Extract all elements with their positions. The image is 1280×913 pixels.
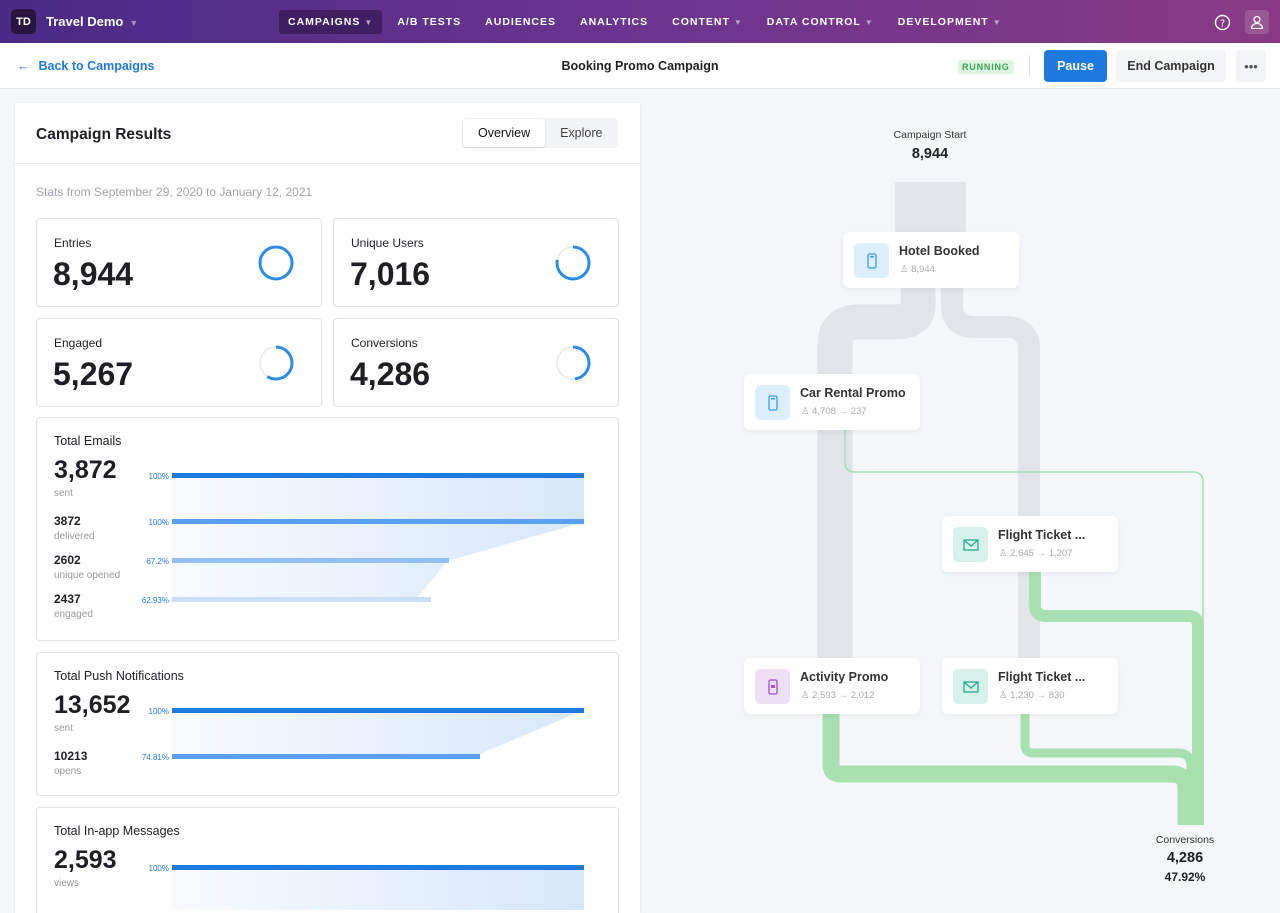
flow-node-flight-ticket-1[interactable]: Flight Ticket ... ♙ 2,645 → 1,207 xyxy=(942,516,1118,572)
flow-diagram xyxy=(817,182,1204,825)
user-icon: ♙ xyxy=(801,690,813,701)
flow-node-hotel-booked[interactable]: Hotel Booked ♙ 8,944 xyxy=(843,232,1019,288)
flow-start-label: Campaign Start xyxy=(893,129,967,141)
user-icon: ♙ xyxy=(999,690,1011,701)
flow-end-value: 4,286 xyxy=(1166,850,1204,866)
flow-node-flight-ticket-2[interactable]: Flight Ticket ... ♙ 1,230 → 830 xyxy=(942,658,1118,714)
user-icon: ♙ xyxy=(900,264,912,275)
flow-node-activity-promo[interactable]: Activity Promo ♙ 2,593 → 2,012 xyxy=(744,658,920,714)
user-icon: ♙ xyxy=(801,406,813,417)
flow-start-value: 8,944 xyxy=(911,146,949,162)
flow-end-label: Conversions xyxy=(1155,834,1215,846)
flow-end-percent: 47.92% xyxy=(1164,870,1206,884)
email-icon xyxy=(953,527,988,562)
inapp-message-icon xyxy=(755,669,790,704)
user-icon: ♙ xyxy=(999,548,1011,559)
flow-node-car-rental[interactable]: Car Rental Promo ♙ 4,708 → 237 xyxy=(744,374,920,430)
mobile-icon xyxy=(755,385,790,420)
mobile-icon xyxy=(854,243,889,278)
email-icon xyxy=(953,669,988,704)
